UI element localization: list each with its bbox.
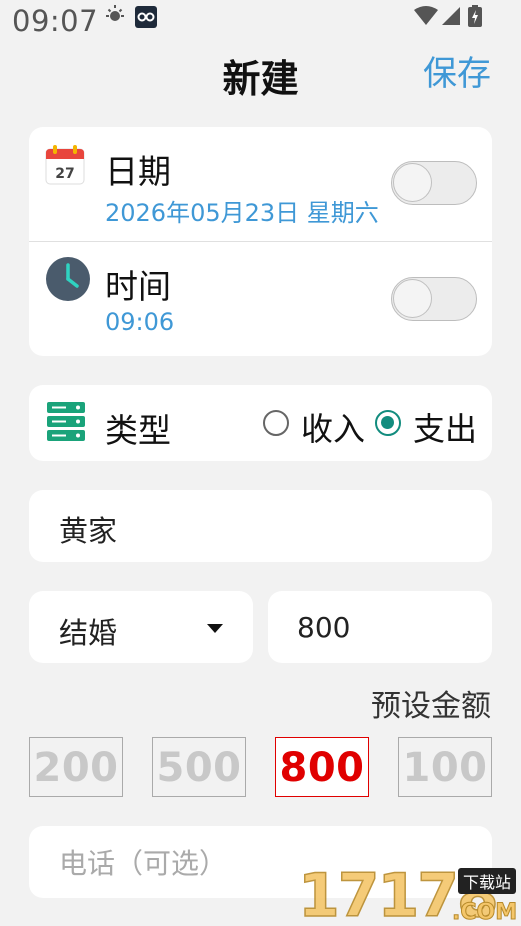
date-toggle-knob [393,163,432,202]
expense-radio-circle [375,410,401,436]
preset-button-100[interactable]: 100 [398,737,492,797]
time-toggle[interactable] [391,277,477,321]
preset-value: 200 [33,745,119,791]
app-notification-icon [135,6,157,28]
type-label: 类型 [105,411,171,450]
type-card: 类型 收入 支出 [29,385,492,461]
event-select-value: 结婚 [59,616,118,650]
time-row[interactable]: 时间 09:06 [29,242,492,356]
preset-value: 800 [279,745,365,791]
amount-field-value: 800 [297,611,351,644]
date-time-card: 27 日期 2026年05月23日 星期六 时间 09:06 [29,127,492,356]
date-row[interactable]: 27 日期 2026年05月23日 星期六 [29,127,492,241]
preset-value: 500 [156,745,242,791]
amount-field[interactable]: 800 [268,591,492,663]
date-value[interactable]: 2026年05月23日 星期六 [105,193,379,228]
time-toggle-knob [393,279,432,318]
income-radio-circle [263,410,289,436]
battery-icon [468,5,482,27]
calendar-day: 27 [55,166,74,182]
status-time: 09:07 [12,4,99,38]
server-icon [47,402,85,441]
watermark-tag: 下载站 [458,868,517,894]
brightness-icon [106,5,124,21]
expense-radio-label: 支出 [413,410,478,448]
watermark-domain: .COM [451,900,518,926]
calendar-icon: 27 [45,145,85,185]
site-watermark: 17178 下载站 .COM [297,865,521,926]
name-field[interactable]: 黄家 [29,490,492,562]
preset-button-200[interactable]: 200 [29,737,123,797]
name-field-value: 黄家 [59,514,118,548]
dropdown-arrow-icon [207,624,223,633]
signal-icon [442,7,460,25]
income-radio-label: 收入 [301,410,366,448]
event-select[interactable]: 结婚 [29,591,253,663]
time-value[interactable]: 09:06 [105,308,174,336]
preset-amount-label: 预设金额 [371,689,491,724]
clock-icon [46,257,90,301]
date-toggle[interactable] [391,161,477,205]
date-label: 日期 [105,152,171,191]
preset-button-500[interactable]: 500 [152,737,246,797]
wifi-icon [414,6,438,25]
save-button[interactable]: 保存 [423,46,491,95]
time-label: 时间 [105,267,171,306]
preset-value: 100 [402,745,488,791]
status-bar: 09:07 [0,0,521,40]
preset-button-800[interactable]: 800 [275,737,369,797]
top-bar: 新建 保存 [0,40,521,110]
